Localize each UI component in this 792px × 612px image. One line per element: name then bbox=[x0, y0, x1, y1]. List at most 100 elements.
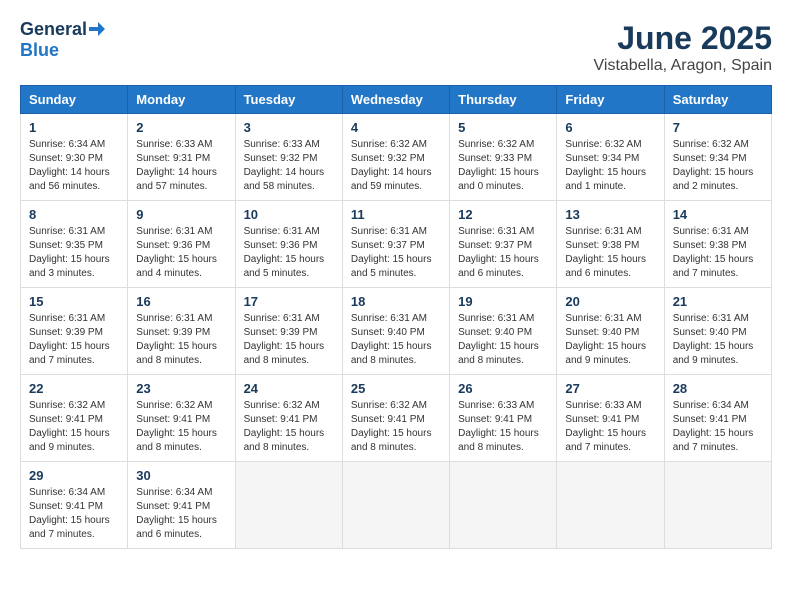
table-cell: 21Sunrise: 6:31 AM Sunset: 9:40 PM Dayli… bbox=[664, 288, 771, 375]
day-info: Sunrise: 6:31 AM Sunset: 9:40 PM Dayligh… bbox=[565, 312, 655, 368]
day-number: 29 bbox=[29, 468, 119, 483]
day-number: 30 bbox=[136, 468, 226, 483]
day-number: 24 bbox=[244, 381, 334, 396]
day-number: 12 bbox=[458, 207, 548, 222]
day-number: 19 bbox=[458, 294, 548, 309]
col-wednesday: Wednesday bbox=[342, 86, 449, 114]
table-cell: 19 Sunrise: 6:31 AM Sunset: 9:40 PM Dayli… bbox=[450, 288, 557, 375]
day-number: 26 bbox=[458, 381, 548, 396]
day-info: Sunrise: 6:31 AM Sunset: 9:36 PM Dayligh… bbox=[244, 225, 334, 281]
day-info: Sunrise: 6:31 AM Sunset: 9:40 PM Dayligh… bbox=[673, 312, 763, 368]
day-number: 25 bbox=[351, 381, 441, 396]
table-cell: 23 Sunrise: 6:32 AM Sunset: 9:41 PM Dayli… bbox=[128, 375, 235, 462]
week-row-4: 29 Sunrise: 6:34 AM Sunset: 9:41 PM Dayli… bbox=[21, 462, 772, 549]
logo: General Blue bbox=[20, 20, 105, 61]
day-info: Sunrise: 6:34 AM Sunset: 9:30 PM Dayligh… bbox=[29, 138, 119, 194]
table-cell: 1 Sunrise: 6:34 AM Sunset: 9:30 PM Daylig… bbox=[21, 114, 128, 201]
day-info: Sunrise: 6:32 AM Sunset: 9:41 PM Dayligh… bbox=[136, 399, 226, 455]
day-info: Sunrise: 6:34 AM Sunset: 9:41 PM Dayligh… bbox=[29, 486, 119, 542]
table-cell: 12 Sunrise: 6:31 AM Sunset: 9:37 PM Dayli… bbox=[450, 201, 557, 288]
day-info: Sunrise: 6:32 AM Sunset: 9:34 PM Dayligh… bbox=[565, 138, 655, 194]
col-friday: Friday bbox=[557, 86, 664, 114]
col-saturday: Saturday bbox=[664, 86, 771, 114]
day-number: 14 bbox=[673, 207, 763, 222]
calendar-header-row: Sunday Monday Tuesday Wednesday Thursday… bbox=[21, 86, 772, 114]
day-number: 2 bbox=[136, 120, 226, 135]
day-info: Sunrise: 6:32 AM Sunset: 9:34 PM Dayligh… bbox=[673, 138, 763, 194]
day-info: Sunrise: 6:31 AM Sunset: 9:39 PM Dayligh… bbox=[29, 312, 119, 368]
logo-general: General bbox=[20, 20, 87, 40]
table-cell: 2 Sunrise: 6:33 AM Sunset: 9:31 PM Daylig… bbox=[128, 114, 235, 201]
day-number: 3 bbox=[244, 120, 334, 135]
day-info: Sunrise: 6:34 AM Sunset: 9:41 PM Dayligh… bbox=[673, 399, 763, 455]
day-number: 7 bbox=[673, 120, 763, 135]
page-subtitle: Vistabella, Aragon, Spain bbox=[594, 57, 773, 75]
day-info: Sunrise: 6:31 AM Sunset: 9:36 PM Dayligh… bbox=[136, 225, 226, 281]
day-info: Sunrise: 6:31 AM Sunset: 9:35 PM Dayligh… bbox=[29, 225, 119, 281]
day-number: 1 bbox=[29, 120, 119, 135]
table-cell: 6 Sunrise: 6:32 AM Sunset: 9:34 PM Daylig… bbox=[557, 114, 664, 201]
day-number: 9 bbox=[136, 207, 226, 222]
title-block: June 2025 Vistabella, Aragon, Spain bbox=[594, 20, 773, 75]
week-row-2: 15 Sunrise: 6:31 AM Sunset: 9:39 PM Dayli… bbox=[21, 288, 772, 375]
day-number: 15 bbox=[29, 294, 119, 309]
table-cell: 17 Sunrise: 6:31 AM Sunset: 9:39 PM Dayli… bbox=[235, 288, 342, 375]
table-cell: 3 Sunrise: 6:33 AM Sunset: 9:32 PM Daylig… bbox=[235, 114, 342, 201]
table-cell: 25 Sunrise: 6:32 AM Sunset: 9:41 PM Dayli… bbox=[342, 375, 449, 462]
day-number: 5 bbox=[458, 120, 548, 135]
week-row-1: 8 Sunrise: 6:31 AM Sunset: 9:35 PM Daylig… bbox=[21, 201, 772, 288]
day-info: Sunrise: 6:31 AM Sunset: 9:39 PM Dayligh… bbox=[244, 312, 334, 368]
day-number: 16 bbox=[136, 294, 226, 309]
day-number: 8 bbox=[29, 207, 119, 222]
day-number: 13 bbox=[565, 207, 655, 222]
table-cell bbox=[235, 462, 342, 549]
day-info: Sunrise: 6:31 AM Sunset: 9:40 PM Dayligh… bbox=[458, 312, 548, 368]
col-sunday: Sunday bbox=[21, 86, 128, 114]
table-cell: 20Sunrise: 6:31 AM Sunset: 9:40 PM Dayli… bbox=[557, 288, 664, 375]
day-info: Sunrise: 6:33 AM Sunset: 9:32 PM Dayligh… bbox=[244, 138, 334, 194]
day-number: 23 bbox=[136, 381, 226, 396]
day-number: 27 bbox=[565, 381, 655, 396]
page-title: June 2025 bbox=[594, 20, 773, 57]
day-info: Sunrise: 6:31 AM Sunset: 9:37 PM Dayligh… bbox=[351, 225, 441, 281]
day-info: Sunrise: 6:34 AM Sunset: 9:41 PM Dayligh… bbox=[136, 486, 226, 542]
day-info: Sunrise: 6:32 AM Sunset: 9:41 PM Dayligh… bbox=[351, 399, 441, 455]
day-number: 22 bbox=[29, 381, 119, 396]
day-info: Sunrise: 6:31 AM Sunset: 9:37 PM Dayligh… bbox=[458, 225, 548, 281]
day-info: Sunrise: 6:31 AM Sunset: 9:39 PM Dayligh… bbox=[136, 312, 226, 368]
table-cell: 7 Sunrise: 6:32 AM Sunset: 9:34 PM Daylig… bbox=[664, 114, 771, 201]
table-cell: 15 Sunrise: 6:31 AM Sunset: 9:39 PM Dayli… bbox=[21, 288, 128, 375]
page-header: General Blue June 2025 Vistabella, Arago… bbox=[20, 20, 772, 75]
table-cell: 4 Sunrise: 6:32 AM Sunset: 9:32 PM Daylig… bbox=[342, 114, 449, 201]
table-cell: 24 Sunrise: 6:32 AM Sunset: 9:41 PM Dayli… bbox=[235, 375, 342, 462]
day-number: 6 bbox=[565, 120, 655, 135]
col-tuesday: Tuesday bbox=[235, 86, 342, 114]
table-cell: 27 Sunrise: 6:33 AM Sunset: 9:41 PM Dayli… bbox=[557, 375, 664, 462]
day-number: 28 bbox=[673, 381, 763, 396]
logo-icon bbox=[89, 21, 105, 37]
table-cell: 13 Sunrise: 6:31 AM Sunset: 9:38 PM Dayli… bbox=[557, 201, 664, 288]
col-monday: Monday bbox=[128, 86, 235, 114]
table-cell: 29 Sunrise: 6:34 AM Sunset: 9:41 PM Dayli… bbox=[21, 462, 128, 549]
day-info: Sunrise: 6:32 AM Sunset: 9:32 PM Dayligh… bbox=[351, 138, 441, 194]
table-cell: 14Sunrise: 6:31 AM Sunset: 9:38 PM Dayli… bbox=[664, 201, 771, 288]
logo-blue: Blue bbox=[20, 40, 105, 61]
day-info: Sunrise: 6:31 AM Sunset: 9:38 PM Dayligh… bbox=[565, 225, 655, 281]
table-cell: 22Sunrise: 6:32 AM Sunset: 9:41 PM Dayli… bbox=[21, 375, 128, 462]
day-info: Sunrise: 6:33 AM Sunset: 9:41 PM Dayligh… bbox=[565, 399, 655, 455]
day-info: Sunrise: 6:33 AM Sunset: 9:31 PM Dayligh… bbox=[136, 138, 226, 194]
day-info: Sunrise: 6:33 AM Sunset: 9:41 PM Dayligh… bbox=[458, 399, 548, 455]
day-info: Sunrise: 6:32 AM Sunset: 9:41 PM Dayligh… bbox=[244, 399, 334, 455]
day-number: 10 bbox=[244, 207, 334, 222]
day-number: 4 bbox=[351, 120, 441, 135]
week-row-0: 1 Sunrise: 6:34 AM Sunset: 9:30 PM Daylig… bbox=[21, 114, 772, 201]
table-cell: 30 Sunrise: 6:34 AM Sunset: 9:41 PM Dayli… bbox=[128, 462, 235, 549]
table-cell: 5Sunrise: 6:32 AM Sunset: 9:33 PM Daylig… bbox=[450, 114, 557, 201]
table-cell bbox=[450, 462, 557, 549]
day-info: Sunrise: 6:31 AM Sunset: 9:40 PM Dayligh… bbox=[351, 312, 441, 368]
table-cell: 11Sunrise: 6:31 AM Sunset: 9:37 PM Dayli… bbox=[342, 201, 449, 288]
week-row-3: 22 Sunrise: 6:32 AM Sunset: 9:41 PM Dayli… bbox=[21, 375, 772, 462]
table-cell: 28 Sunrise: 6:34 AM Sunset: 9:41 PM Dayli… bbox=[664, 375, 771, 462]
day-number: 17 bbox=[244, 294, 334, 309]
table-cell: 9 Sunrise: 6:31 AM Sunset: 9:36 PM Daylig… bbox=[128, 201, 235, 288]
